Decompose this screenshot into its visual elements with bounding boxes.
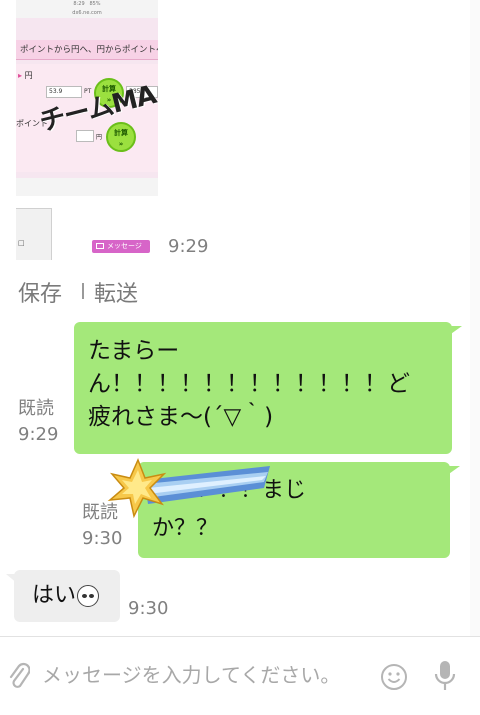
message-time: 9:29 xyxy=(168,236,209,257)
action-divider xyxy=(82,283,84,299)
microphone-icon[interactable] xyxy=(432,659,458,693)
save-button[interactable]: 保存 xyxy=(18,276,62,308)
chat-area: 8:29 85% dx6.ne.com ポイントから円へ、円からポイントへ変換 … xyxy=(0,0,480,636)
incoming-message-1[interactable]: はい xyxy=(6,570,120,622)
read-receipt-1: 既読 9:29 xyxy=(18,398,59,445)
message-input-bar xyxy=(0,636,480,715)
mail-icon xyxy=(96,243,104,249)
paperclip-icon[interactable] xyxy=(8,661,30,693)
incoming-time: 9:30 xyxy=(128,598,169,619)
calc-button-2: 計算» xyxy=(106,122,136,152)
forward-button[interactable]: 転送 xyxy=(94,276,138,308)
scrollbar[interactable] xyxy=(470,0,480,636)
shared-screenshot-image[interactable]: 8:29 85% dx6.ne.com ポイントから円へ、円からポイントへ変換 … xyxy=(16,0,158,196)
message-badge: メッセージ xyxy=(92,240,150,253)
panda-face-emoji xyxy=(77,585,100,607)
screenshot-banner: ポイントから円へ、円からポイントへ変換 xyxy=(16,40,158,60)
outgoing-message-1[interactable]: たまらー ん！！！！！！！！！！！！ど 疲れさま〜(´▽｀) xyxy=(74,322,462,454)
message-input[interactable] xyxy=(42,655,372,695)
shooting-star-icon xyxy=(107,458,270,519)
smiley-icon[interactable] xyxy=(380,663,408,691)
screenshot-status-bar: 8:29 85% dx6.ne.com xyxy=(16,0,158,18)
shared-image-partial[interactable]: □ xyxy=(16,208,52,260)
